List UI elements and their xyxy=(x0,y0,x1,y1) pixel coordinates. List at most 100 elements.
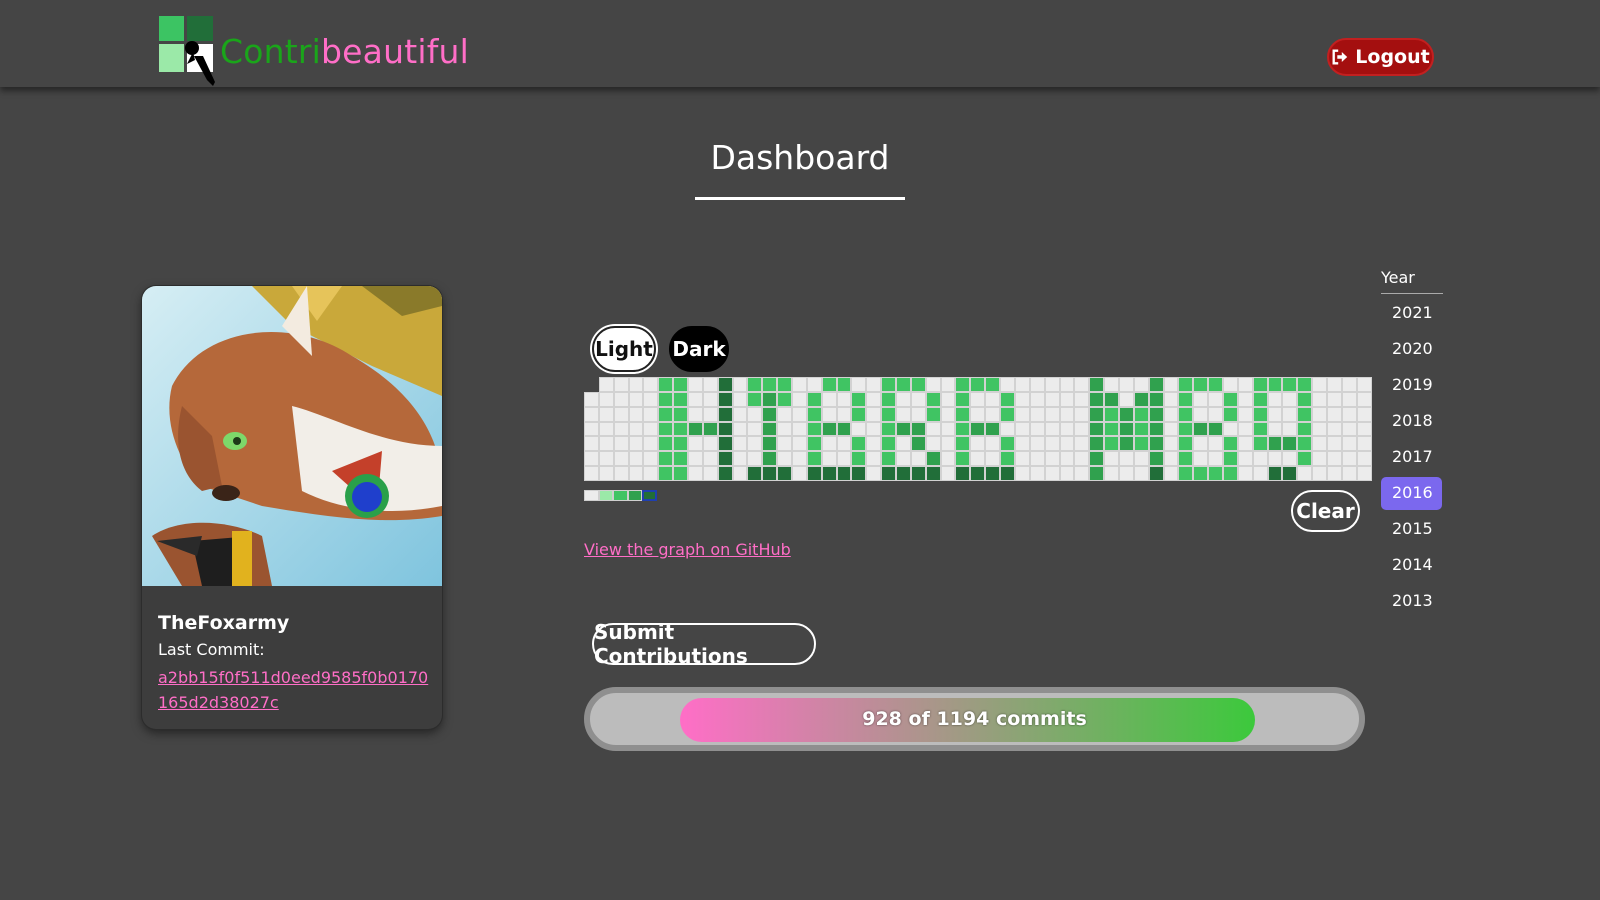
grid-cell[interactable] xyxy=(821,391,837,407)
grid-cell[interactable] xyxy=(1267,451,1283,467)
grid-cell[interactable] xyxy=(866,436,882,452)
grid-cell[interactable] xyxy=(1074,421,1090,437)
grid-cell[interactable] xyxy=(762,451,778,467)
grid-cell[interactable] xyxy=(1148,451,1164,467)
grid-cell[interactable] xyxy=(584,466,599,482)
grid-cell[interactable] xyxy=(1237,377,1253,392)
grid-cell[interactable] xyxy=(732,436,748,452)
grid-cell[interactable] xyxy=(702,421,718,437)
grid-cell[interactable] xyxy=(955,451,971,467)
grid-cell[interactable] xyxy=(1326,391,1342,407)
grid-cell[interactable] xyxy=(584,391,599,407)
grid-cell[interactable] xyxy=(1297,451,1313,467)
grid-cell[interactable] xyxy=(1148,436,1164,452)
last-commit-link[interactable]: a2bb15f0f511d0eed9585f0b0170165d2d38027c xyxy=(158,665,430,715)
grid-cell[interactable] xyxy=(1356,377,1372,392)
grid-cell[interactable] xyxy=(1000,406,1015,422)
grid-cell[interactable] xyxy=(584,406,599,422)
grid-cell[interactable] xyxy=(688,406,703,422)
grid-cell[interactable] xyxy=(643,377,659,392)
grid-cell[interactable] xyxy=(1000,466,1015,482)
grid-cell[interactable] xyxy=(1148,391,1164,407)
grid-cell[interactable] xyxy=(598,406,614,422)
grid-cell[interactable] xyxy=(717,451,733,467)
light-theme-button[interactable]: Light xyxy=(592,326,656,372)
grid-cell[interactable] xyxy=(1193,377,1209,392)
grid-cell[interactable] xyxy=(955,391,971,407)
grid-cell[interactable] xyxy=(1014,466,1030,482)
app-logo[interactable] xyxy=(159,16,221,88)
grid-cell[interactable] xyxy=(792,406,807,422)
grid-cell[interactable] xyxy=(1341,451,1357,467)
grid-cell[interactable] xyxy=(1163,451,1179,467)
grid-cell[interactable] xyxy=(1267,377,1283,392)
grid-cell[interactable] xyxy=(970,451,986,467)
grid-cell[interactable] xyxy=(1193,406,1209,422)
grid-cell[interactable] xyxy=(1208,436,1223,452)
grid-cell[interactable] xyxy=(747,466,763,482)
grid-cell[interactable] xyxy=(1089,451,1105,467)
grid-cell[interactable] xyxy=(1178,466,1194,482)
grid-cell[interactable] xyxy=(821,377,837,392)
grid-cell[interactable] xyxy=(851,436,867,452)
grid-cell[interactable] xyxy=(851,466,867,482)
grid-cell[interactable] xyxy=(881,406,897,422)
grid-cell[interactable] xyxy=(762,421,778,437)
grid-cell[interactable] xyxy=(1297,391,1313,407)
grid-cell[interactable] xyxy=(792,391,807,407)
grid-cell[interactable] xyxy=(970,406,986,422)
grid-cell[interactable] xyxy=(777,377,793,392)
grid-cell[interactable] xyxy=(910,377,926,392)
grid-cell[interactable] xyxy=(717,391,733,407)
grid-cell[interactable] xyxy=(836,421,852,437)
grid-cell[interactable] xyxy=(762,436,778,452)
submit-contributions-button[interactable]: Submit Contributions xyxy=(592,620,816,668)
grid-cell[interactable] xyxy=(1282,377,1298,392)
grid-cell[interactable] xyxy=(598,391,614,407)
grid-cell[interactable] xyxy=(688,377,703,392)
grid-cell[interactable] xyxy=(628,421,644,437)
grid-cell[interactable] xyxy=(1312,421,1327,437)
year-item-2020[interactable]: 2020 xyxy=(1381,333,1442,366)
grid-cell[interactable] xyxy=(896,377,911,392)
grid-cell[interactable] xyxy=(1237,391,1253,407)
grid-cell[interactable] xyxy=(1000,436,1015,452)
grid-cell[interactable] xyxy=(673,451,689,467)
contribution-grid[interactable] xyxy=(584,377,1372,482)
grid-cell[interactable] xyxy=(851,391,867,407)
grid-cell[interactable] xyxy=(613,451,629,467)
logout-button[interactable]: Logout xyxy=(1327,38,1434,76)
grid-cell[interactable] xyxy=(1222,377,1238,392)
grid-cell[interactable] xyxy=(1208,421,1223,437)
clear-button[interactable]: Clear xyxy=(1291,490,1360,532)
grid-cell[interactable] xyxy=(598,436,614,452)
grid-cell[interactable] xyxy=(1222,466,1238,482)
grid-cell[interactable] xyxy=(940,451,956,467)
grid-cell[interactable] xyxy=(821,421,837,437)
grid-cell[interactable] xyxy=(1267,406,1283,422)
grid-cell[interactable] xyxy=(1104,377,1119,392)
grid-cell[interactable] xyxy=(1282,451,1298,467)
grid-cell[interactable] xyxy=(1326,406,1342,422)
grid-cell[interactable] xyxy=(1163,377,1179,392)
grid-cell[interactable] xyxy=(1000,391,1015,407)
grid-cell[interactable] xyxy=(732,451,748,467)
grid-cell[interactable] xyxy=(985,377,1001,392)
year-item-2014[interactable]: 2014 xyxy=(1381,549,1442,582)
grid-cell[interactable] xyxy=(1133,436,1149,452)
grid-cell[interactable] xyxy=(658,436,674,452)
grid-cell[interactable] xyxy=(643,466,659,482)
grid-cell[interactable] xyxy=(1118,421,1134,437)
year-item-2015[interactable]: 2015 xyxy=(1381,513,1442,546)
grid-cell[interactable] xyxy=(1252,436,1268,452)
grid-cell[interactable] xyxy=(1118,466,1134,482)
grid-cell[interactable] xyxy=(628,436,644,452)
grid-cell[interactable] xyxy=(1326,421,1342,437)
grid-cell[interactable] xyxy=(732,466,748,482)
grid-cell[interactable] xyxy=(598,451,614,467)
grid-cell[interactable] xyxy=(836,436,852,452)
grid-cell[interactable] xyxy=(1356,436,1372,452)
grid-cell[interactable] xyxy=(1074,436,1090,452)
grid-cell[interactable] xyxy=(1326,377,1342,392)
grid-cell[interactable] xyxy=(1193,391,1209,407)
